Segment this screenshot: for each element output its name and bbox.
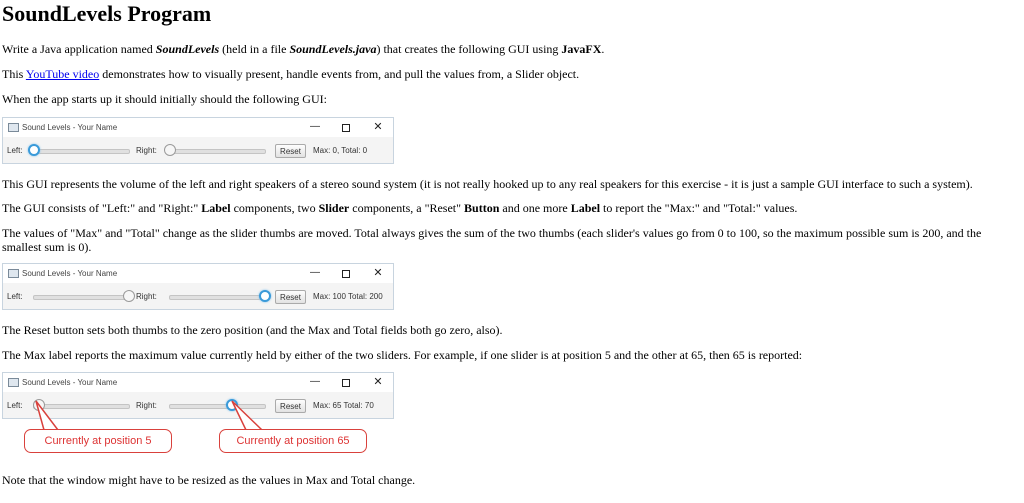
minimize-button[interactable]: — [308, 376, 322, 388]
window-title: Sound Levels - Your Name [22, 123, 118, 132]
text: This [2, 67, 26, 81]
text: . [601, 42, 605, 56]
callout-left-position: Currently at position 5 [24, 429, 172, 453]
text: Write a Java application named [2, 42, 156, 56]
window-title: Sound Levels - Your Name [22, 269, 118, 278]
text: The GUI consists of "Left:" and "Right:" [2, 201, 202, 215]
left-slider-thumb[interactable] [28, 144, 40, 156]
maximize-icon [342, 124, 350, 132]
callout-pointer-right [231, 400, 264, 431]
file-name: SoundLevels.java [289, 42, 377, 56]
framework-name: JavaFX [561, 42, 602, 56]
close-button[interactable]: ✕ [371, 121, 385, 133]
maximize-button[interactable] [339, 376, 353, 388]
title-bar: Sound Levels - Your Name — ✕ [3, 264, 393, 283]
window-icon [8, 123, 19, 132]
gui-window-initial: Sound Levels - Your Name — ✕ Left: Right… [2, 117, 394, 164]
left-slider-track[interactable] [33, 149, 130, 154]
component-name: Label [201, 201, 231, 215]
title-bar: Sound Levels - Your Name — ✕ [3, 118, 393, 137]
right-slider-thumb[interactable] [259, 290, 271, 302]
left-label: Left: [7, 292, 23, 301]
title-bar: Sound Levels - Your Name — ✕ [3, 373, 393, 392]
maximize-button[interactable] [339, 121, 353, 133]
maximize-button[interactable] [339, 267, 353, 279]
component-name: Button [464, 201, 500, 215]
max-paragraph: The Max label reports the maximum value … [2, 348, 803, 362]
reset-paragraph: The Reset button sets both thumbs to the… [2, 323, 503, 337]
right-label: Right: [136, 146, 157, 155]
component-name: Label [570, 201, 601, 215]
text: ) that creates the following GUI using [376, 42, 562, 56]
text: components, a "Reset" [349, 201, 465, 215]
components-paragraph: The GUI consists of "Left:" and "Right:"… [2, 201, 1018, 215]
class-name: SoundLevels [155, 42, 220, 56]
text: to report the "Max:" and "Total:" values… [600, 201, 798, 215]
max-total-label: Max: 100 Total: 200 [313, 292, 383, 301]
text: components, two [230, 201, 319, 215]
close-button[interactable]: ✕ [371, 267, 385, 279]
gui-window-maximum: Sound Levels - Your Name — ✕ Left: Right… [2, 263, 394, 310]
left-slider-thumb[interactable] [123, 290, 135, 302]
page-title: SoundLevels Program [2, 1, 212, 26]
intro-paragraph: Write a Java application named SoundLeve… [2, 42, 1018, 56]
minimize-button[interactable]: — [308, 121, 322, 133]
maximize-icon [342, 379, 350, 387]
window-icon [8, 269, 19, 278]
callout-right-position: Currently at position 65 [219, 429, 367, 453]
component-name: Slider [318, 201, 350, 215]
right-label: Right: [136, 292, 157, 301]
left-slider-track[interactable] [33, 295, 130, 300]
window-icon [8, 378, 19, 387]
gui-description-paragraph: This GUI represents the volume of the le… [2, 177, 973, 191]
close-button[interactable]: ✕ [371, 376, 385, 388]
right-slider-thumb[interactable] [164, 144, 176, 156]
right-slider-track[interactable] [169, 295, 266, 300]
minimize-button[interactable]: — [308, 267, 322, 279]
video-paragraph: This YouTube video demonstrates how to v… [2, 67, 1018, 81]
text: (held in a file [219, 42, 290, 56]
text: and one more [499, 201, 571, 215]
startup-paragraph: When the app starts up it should initial… [2, 92, 327, 106]
text: demonstrates how to visually present, ha… [99, 67, 580, 81]
window-title: Sound Levels - Your Name [22, 378, 118, 387]
left-label: Left: [7, 146, 23, 155]
maximize-icon [342, 270, 350, 278]
callout-pointer-left [35, 400, 60, 431]
resize-note-paragraph: Note that the window might have to be re… [2, 473, 416, 487]
right-slider-track[interactable] [169, 149, 266, 154]
max-total-label: Max: 0, Total: 0 [313, 146, 368, 155]
youtube-video-link[interactable]: YouTube video [26, 67, 99, 81]
reset-button[interactable]: Reset [275, 144, 306, 158]
values-paragraph: The values of "Max" and "Total" change a… [2, 226, 982, 254]
reset-button[interactable]: Reset [275, 290, 306, 304]
